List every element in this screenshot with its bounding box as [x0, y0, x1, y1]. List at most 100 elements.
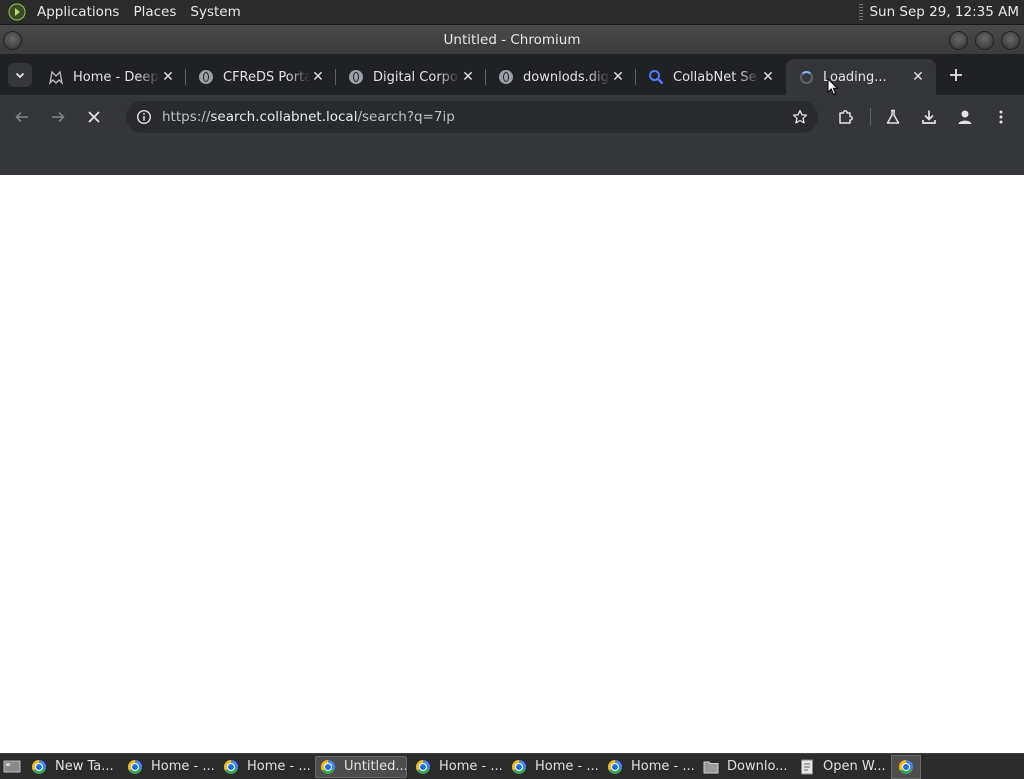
bookmark-star-icon[interactable] — [792, 109, 808, 125]
ghost-icon — [48, 69, 64, 85]
taskbar-item[interactable]: Downlo... — [699, 756, 791, 778]
window-title: Untitled - Chromium — [443, 31, 581, 48]
taskbar-item[interactable]: Home - ... — [123, 756, 215, 778]
taskbar-item-label: Home - ... — [631, 759, 695, 774]
close-tab-icon[interactable]: ✕ — [910, 69, 926, 85]
toolbar-actions — [818, 103, 1015, 131]
arrow-right-icon — [52, 111, 65, 123]
flask-icon — [886, 109, 900, 124]
puzzle-icon — [839, 110, 853, 124]
menu-system[interactable]: System — [183, 4, 247, 20]
tab-label: downlods.dig — [523, 69, 609, 85]
taskbar-item-label: Home - ... — [535, 759, 599, 774]
back-button[interactable] — [8, 103, 36, 131]
close-tab-icon[interactable]: ✕ — [160, 69, 176, 85]
address-bar[interactable]: https://search.collabnet.local/search?q=… — [126, 101, 818, 133]
menu-button[interactable] — [987, 103, 1015, 131]
taskbar-item[interactable]: Open W... — [795, 756, 887, 778]
document-icon — [799, 759, 815, 775]
spinner-icon — [798, 69, 814, 85]
clock[interactable]: Sun Sep 29, 12:35 AM — [869, 4, 1024, 20]
taskbar-item[interactable]: Home - ... — [219, 756, 311, 778]
tab-strip: Home - Deep ✕ CFReDS Porta ✕ Digital Cor… — [0, 54, 1024, 95]
top-panel: Applications Places System Sun Sep 29, 1… — [0, 0, 1024, 25]
avatar-icon — [958, 110, 972, 124]
applications-logo-icon[interactable] — [8, 3, 26, 21]
bookmarks-bar — [0, 139, 1024, 175]
kebab-menu-icon — [999, 110, 1003, 124]
chromium-icon — [899, 759, 913, 774]
close-window-button[interactable] — [1001, 31, 1020, 50]
tab-search-button[interactable] — [8, 62, 32, 87]
close-tab-icon[interactable]: ✕ — [760, 69, 776, 85]
browser-toolbar: https://search.collabnet.local/search?q=… — [0, 95, 1024, 139]
taskbar-item-label: Home - ... — [247, 759, 311, 774]
close-tab-icon[interactable]: ✕ — [460, 69, 476, 85]
search-icon — [648, 69, 664, 85]
close-tab-icon[interactable]: ✕ — [610, 69, 626, 85]
chromium-icon — [511, 759, 527, 775]
taskbar: New Ta... Home - ... Home - ... Untitled… — [0, 753, 1024, 779]
tab-loading[interactable]: Loading... ✕ — [786, 59, 936, 95]
downloads-button[interactable] — [915, 103, 943, 131]
folder-icon — [703, 759, 719, 775]
taskbar-item[interactable]: Home - ... — [507, 756, 599, 778]
tab-digital-corpora[interactable]: Digital Corpo ✕ — [336, 59, 486, 95]
window-menu-button[interactable] — [3, 31, 22, 50]
chevron-down-icon — [15, 72, 25, 78]
url-text[interactable]: https://search.collabnet.local/search?q=… — [162, 109, 792, 125]
chromium-icon — [127, 759, 143, 775]
tab-downlods[interactable]: downlods.dig ✕ — [486, 59, 636, 95]
toolbar-separator — [870, 108, 871, 126]
url-host: search.collabnet.local — [210, 109, 358, 125]
stop-loading-button[interactable] — [80, 103, 108, 131]
download-icon — [922, 110, 936, 124]
globe-icon — [498, 69, 514, 85]
menu-places[interactable]: Places — [126, 4, 183, 20]
menu-applications[interactable]: Applications — [30, 4, 126, 20]
taskbar-item-label: Home - ... — [151, 759, 215, 774]
taskbar-item-label: Untitled... — [344, 759, 407, 774]
panel-handle — [859, 4, 864, 20]
globe-icon — [198, 69, 214, 85]
chromium-icon — [223, 759, 239, 775]
url-path: /search?q=7ip — [357, 109, 455, 125]
taskbar-item[interactable]: New Ta... — [27, 756, 119, 778]
taskbar-item[interactable]: Home - ... — [411, 756, 503, 778]
window-titlebar[interactable]: Untitled - Chromium — [0, 25, 1024, 54]
close-icon — [88, 111, 100, 123]
arrow-left-icon — [15, 111, 28, 123]
show-desktop-button[interactable] — [1, 756, 23, 778]
taskbar-item-label: Downlo... — [727, 759, 788, 774]
info-icon[interactable] — [136, 109, 152, 125]
chromium-icon — [31, 759, 47, 775]
plus-icon — [950, 68, 962, 81]
taskbar-item-label: Open W... — [823, 759, 886, 774]
page-content[interactable] — [0, 175, 1024, 753]
forward-button[interactable] — [44, 103, 72, 131]
tab-collabnet-search[interactable]: CollabNet Se ✕ — [636, 59, 786, 95]
chromium-icon — [320, 759, 336, 775]
labs-button[interactable] — [879, 103, 907, 131]
taskbar-item-label: New Ta... — [55, 759, 114, 774]
tab-label: CollabNet Se — [673, 69, 757, 85]
new-tab-button[interactable] — [942, 61, 970, 89]
taskbar-item-label: Home - ... — [439, 759, 503, 774]
tab-cfreds-portal[interactable]: CFReDS Porta ✕ — [186, 59, 336, 95]
tab-home-deep[interactable]: Home - Deep ✕ — [36, 59, 186, 95]
tab-label: Home - Deep — [73, 69, 159, 85]
profile-button[interactable] — [951, 103, 979, 131]
desktop-icon — [3, 760, 21, 772]
globe-icon — [348, 69, 364, 85]
minimize-button[interactable] — [949, 31, 968, 50]
taskbar-item[interactable]: Home - ... — [603, 756, 695, 778]
tab-label: Digital Corpo — [373, 69, 458, 85]
url-scheme: https:// — [162, 109, 211, 125]
extensions-button[interactable] — [832, 103, 860, 131]
chromium-icon — [415, 759, 431, 775]
taskbar-item-active[interactable]: Untitled... — [315, 755, 407, 778]
taskbar-item-chromium[interactable] — [891, 754, 921, 779]
chromium-icon — [607, 759, 623, 775]
close-tab-icon[interactable]: ✕ — [310, 69, 326, 85]
maximize-button[interactable] — [975, 31, 994, 50]
